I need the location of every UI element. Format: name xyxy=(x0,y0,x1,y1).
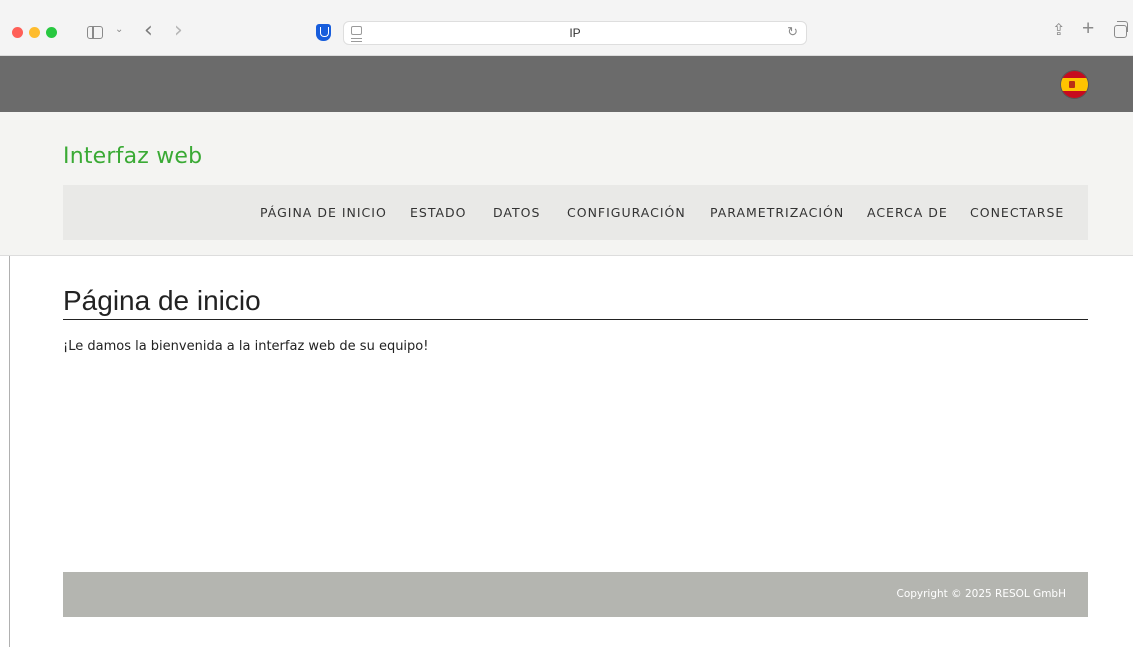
nav-item-acerca-de[interactable]: ACERCA DE xyxy=(867,185,948,240)
share-icon[interactable]: ⇪ xyxy=(1052,20,1065,39)
close-window-button[interactable] xyxy=(12,27,23,38)
site-brand[interactable]: Interfaz web xyxy=(63,144,202,169)
chevron-down-icon[interactable]: ⌄ xyxy=(115,24,123,35)
nav-item-configuracion[interactable]: CONFIGURACIÓN xyxy=(567,185,686,240)
nav-item-conectarse[interactable]: CONECTARSE xyxy=(970,185,1064,240)
nav-item-parametrizacion[interactable]: PARAMETRIZACIÓN xyxy=(710,185,844,240)
minimize-window-button[interactable] xyxy=(29,27,40,38)
back-arrow-icon[interactable]: ‹ xyxy=(144,18,153,43)
reload-icon[interactable]: ↻ xyxy=(787,24,798,40)
footer: Copyright © 2025 RESOL GmbH xyxy=(63,572,1088,617)
sidebar-toggle-icon[interactable] xyxy=(87,26,103,39)
nav-item-inicio[interactable]: PÁGINA DE INICIO xyxy=(260,185,387,240)
nav-item-estado[interactable]: ESTADO xyxy=(410,185,467,240)
tabs-overview-icon[interactable] xyxy=(1114,21,1128,38)
address-bar[interactable]: IP ↻ xyxy=(343,21,807,45)
bitwarden-shield-icon[interactable] xyxy=(316,24,331,41)
browser-toolbar: ⌄ ‹ › IP ↻ ⇪ + xyxy=(0,0,1133,56)
zoom-window-button[interactable] xyxy=(46,27,57,38)
plus-icon[interactable]: + xyxy=(1082,17,1094,41)
main-nav: PÁGINA DE INICIO ESTADO DATOS CONFIGURAC… xyxy=(63,185,1088,240)
top-bar xyxy=(0,56,1133,112)
copyright-text: Copyright © 2025 RESOL GmbH xyxy=(896,588,1066,600)
page-title: Página de inicio xyxy=(63,285,1088,320)
welcome-text: ¡Le damos la bienvenida a la interfaz we… xyxy=(63,339,429,354)
address-text[interactable]: IP xyxy=(344,26,806,40)
spain-flag-icon[interactable] xyxy=(1061,71,1088,98)
nav-item-datos[interactable]: DATOS xyxy=(493,185,540,240)
forward-arrow-icon[interactable]: › xyxy=(174,18,183,43)
